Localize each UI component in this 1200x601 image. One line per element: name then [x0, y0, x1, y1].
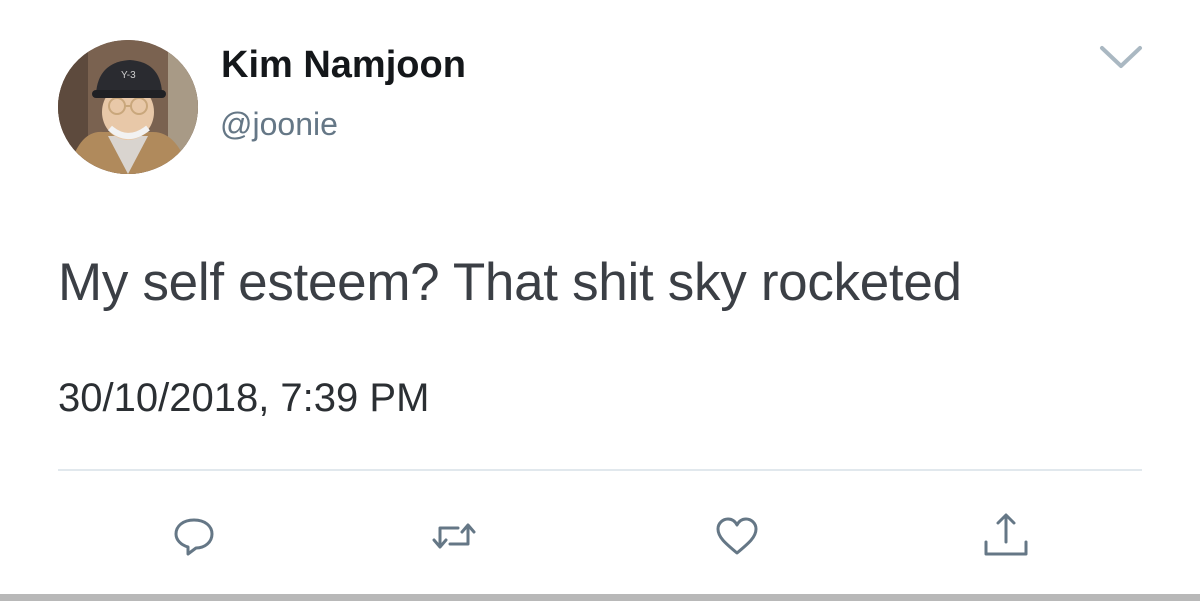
share-button[interactable] [980, 510, 1032, 562]
heart-icon [716, 517, 758, 555]
author-handle[interactable]: @joonie [220, 106, 338, 143]
tweet-timestamp[interactable]: 30/10/2018, 7:39 PM [58, 376, 429, 421]
divider [58, 469, 1142, 471]
speech-bubble-icon [174, 518, 214, 556]
chevron-down-icon[interactable] [1098, 40, 1144, 74]
reply-button[interactable] [168, 510, 220, 562]
svg-text:Y-3: Y-3 [121, 70, 136, 81]
author-display-name[interactable]: Kim Namjoon [221, 44, 466, 87]
tweet-text: My self esteem? That shit sky rocketed [58, 253, 962, 312]
avatar[interactable]: Y-3 [58, 40, 198, 174]
upload-arrow-icon [984, 513, 1028, 556]
retweet-arrows-icon [432, 523, 476, 549]
bottom-edge [0, 594, 1200, 601]
profile-photo: Y-3 [58, 40, 198, 174]
tweet-card: Y-3 Kim Namjoon @joonie My self esteem? … [0, 0, 1200, 601]
like-button[interactable] [711, 510, 763, 562]
retweet-button[interactable] [428, 510, 480, 562]
